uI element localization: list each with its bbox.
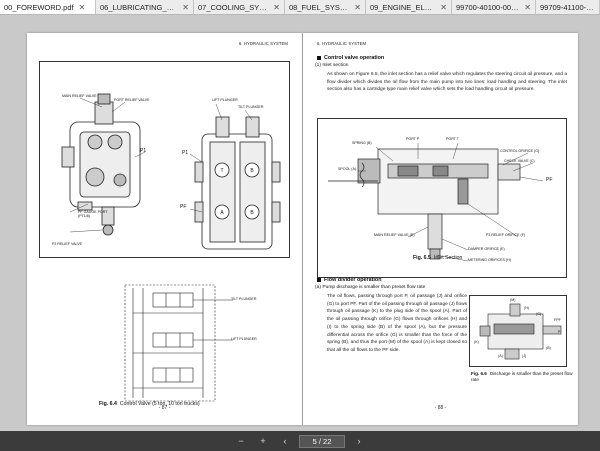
b-label: (B) — [546, 346, 551, 350]
p1-right-label: P1 — [182, 150, 189, 156]
hydraulic-schematic: TILT PLUNGER LIFT PLUNGER — [123, 283, 273, 405]
damper-orifice-label: DAMPER ORIFICE (E) — [468, 247, 505, 251]
port-relief-valve-label: PORT RELIEF VALVE — [114, 98, 150, 102]
document-viewer[interactable]: 6. HYDRAULIC SYSTEM T B A B MAIN RELIEF … — [0, 15, 600, 431]
close-icon[interactable]: ✕ — [354, 3, 361, 12]
figure-caption-6-5: Fig. 6.5 Inlet Section — [413, 255, 463, 261]
tilt-plunger-label: TILT PLUNGER — [238, 105, 264, 109]
tilt-plunger-schematic-label: TILT PLUNGER — [231, 297, 257, 301]
lift-plunger-schematic-label: LIFT PLUNGER — [231, 337, 257, 341]
close-icon[interactable]: ✕ — [524, 3, 531, 12]
p3-relief-orifice-label: P3 RELIEF ORIFICE (F) — [486, 233, 526, 237]
k-label: (K) — [474, 340, 479, 344]
tab-06-lubricating[interactable]: 06_LUBRICATING_SY... ✕ — [96, 0, 194, 14]
p-label: P — [558, 330, 561, 334]
tab-09-engine[interactable]: 09_ENGINE_ELECTRI...✕ — [366, 0, 452, 14]
j-label: (J) — [522, 354, 527, 358]
flow-divider-illustration — [479, 303, 562, 360]
lift-plunger-label: LIFT PLUNGER — [212, 98, 238, 102]
main-relief-valve-label: MAIN RELIEF VALVE — [62, 94, 97, 98]
control-valve-drawing: T B A B MAIN RELIEF VALVE PORT RELIEF VA… — [39, 61, 290, 258]
section-title-flow-divider: Flow divider operation — [317, 277, 382, 283]
page-header: 6. HYDRAULIC SYSTEM — [238, 41, 288, 46]
port-t-label: PORT T — [446, 137, 459, 141]
metering-orifices-label: METERING ORIFICES (H) — [468, 258, 511, 262]
inlet-section-figure: SPRING (B) PORT P PORT T CONTROL ORIFICE… — [317, 118, 567, 278]
tab-99709[interactable]: 99709-41100-06_HYD — [536, 0, 600, 14]
h-label: (H) — [524, 306, 529, 310]
inlet-section-paragraph: As shown on Figure 6.5, the inlet sectio… — [327, 72, 567, 93]
bullet-square-icon — [317, 55, 321, 60]
pdf-page-88: 6. HYDRAULIC SYSTEM Control valve operat… — [303, 33, 578, 425]
page-indicator[interactable]: 5 / 22 — [299, 434, 345, 448]
flow-divider-figure: (M) (H) (G) FPF P (K) (A) (J) (B) — [469, 295, 567, 367]
chevron-right-icon[interactable]: › — [351, 434, 367, 448]
main-relief-valve-label: MAIN RELIEF VALVE (D) — [374, 233, 415, 237]
pf-gauge-port-label: PF GAUGE PORT (PT1/8) — [78, 210, 108, 218]
pf-label: PF — [180, 204, 187, 210]
subsection-pump-discharge: (a) Pump discharge is smaller than prese… — [315, 285, 426, 290]
chevron-left-icon[interactable]: ‹ — [277, 434, 293, 448]
fpf-label: FPF — [554, 318, 561, 322]
spring-b-label: SPRING (B) — [352, 141, 372, 145]
tab-bar: 00_FOREWORD.pdf ✕ 06_LUBRICATING_SY... ✕ 0… — [0, 0, 600, 15]
bullet-square-icon — [317, 277, 321, 282]
close-icon[interactable]: ✕ — [79, 3, 86, 12]
tab-08-fuel[interactable]: 08_FUEL_SYSTEM.pdf✕ — [285, 0, 366, 14]
page-header: 6. HYDRAULIC SYSTEM — [317, 41, 367, 46]
spool-a-label: SPOOL (A) — [338, 167, 357, 171]
zoom-in-icon[interactable]: + — [255, 434, 271, 448]
viewer-toolbar: − + ‹ 5 / 22 › — [0, 431, 600, 451]
port-p-label: PORT P — [406, 137, 420, 141]
p3-relief-valve-label: P3 RELIEF VALVE — [52, 242, 83, 246]
close-icon[interactable]: ✕ — [273, 3, 280, 12]
figure-caption-6-6: Fig. 6.6 Discharge is smaller than the pr… — [471, 371, 573, 382]
pdf-page-87: 6. HYDRAULIC SYSTEM T B A B MAIN RELIEF … — [27, 33, 302, 425]
tab-99700[interactable]: 99700-40100-00_FOR...✕ — [452, 0, 536, 14]
port-t-label: T — [220, 168, 223, 174]
m-label: (M) — [510, 298, 516, 302]
page-number: - 88 - — [434, 405, 447, 411]
check-valve-label: CHECK VALVE (C) — [504, 159, 535, 163]
tab-00-foreword[interactable]: 00_FOREWORD.pdf ✕ — [0, 0, 96, 14]
p1-label: P1 — [140, 148, 147, 154]
zoom-out-icon[interactable]: − — [233, 434, 249, 448]
page-number: - 87 - — [158, 405, 171, 411]
a-label: (A) — [498, 354, 503, 358]
tab-07-cooling[interactable]: 07_COOLING_SYSTE...✕ — [194, 0, 285, 14]
pf-port-label: PF — [546, 177, 553, 183]
close-icon[interactable]: ✕ — [440, 3, 447, 12]
close-icon[interactable]: ✕ — [182, 3, 189, 12]
g-label: (G) — [536, 312, 542, 316]
flow-divider-paragraph: The oil flows, passing through port P, o… — [327, 294, 467, 353]
section-title-control-valve: Control valve operation — [317, 55, 384, 61]
control-orifice-label: CONTROL ORIFICE (G) — [500, 149, 540, 153]
control-valve-illustration: T B A B — [61, 93, 281, 250]
subsection-inlet: (1) Inlet section — [315, 63, 349, 68]
hydraulic-schematic-svg — [124, 284, 233, 402]
